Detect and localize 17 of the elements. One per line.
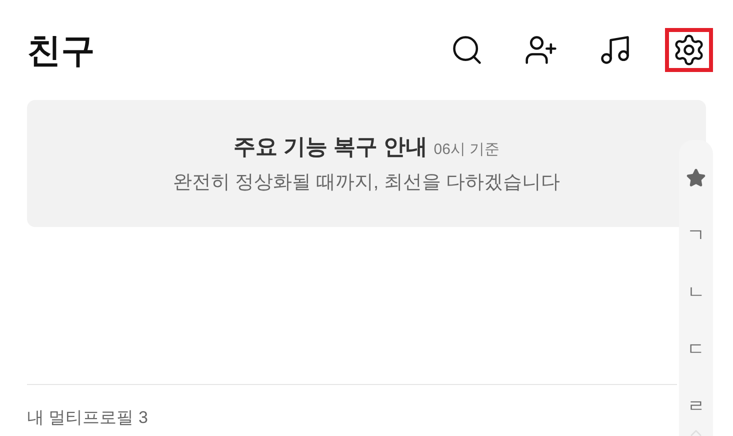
index-letter[interactable]: ㄴ: [687, 282, 705, 302]
settings-icon: [672, 33, 706, 67]
index-bar[interactable]: ㄱ ㄴ ㄷ ㄹ: [679, 140, 713, 436]
notice-card[interactable]: 주요 기능 복구 안내 06시 기준 완전히 정상화될 때까지, 최선을 다하겠습니다: [27, 100, 706, 227]
settings-button[interactable]: [665, 28, 713, 72]
notice-time: 06시 기준: [434, 140, 500, 160]
notice-title: 주요 기능 복구 안내: [233, 132, 428, 161]
page-title: 친구: [27, 30, 95, 72]
index-letter[interactable]: ㄹ: [687, 396, 705, 416]
notice-message: 완전히 정상화될 때까지, 최선을 다하겠습니다: [172, 170, 560, 195]
music-note-icon: [598, 33, 632, 67]
index-letter[interactable]: ㄱ: [687, 225, 705, 245]
add-person-icon: [524, 33, 558, 67]
index-letter[interactable]: ㄷ: [687, 339, 705, 359]
section-label: 내 멀티프로필 3: [27, 408, 148, 427]
star-icon[interactable]: [686, 168, 706, 188]
search-icon: [450, 33, 484, 67]
